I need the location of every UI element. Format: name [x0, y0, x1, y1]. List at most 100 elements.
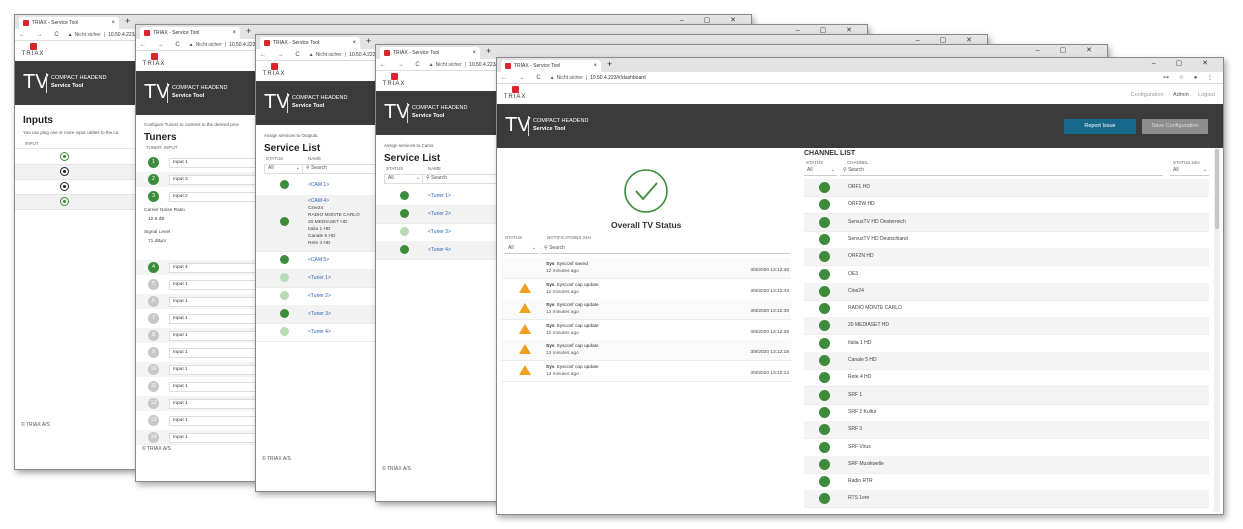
service-name-link[interactable]: <Tuner 4>	[308, 329, 331, 335]
nav-buttons[interactable]: ← → C	[380, 62, 425, 68]
triax-logo-icon[interactable]: TRIAX	[142, 53, 166, 67]
status-filter-select[interactable]: All ⌄	[384, 174, 423, 184]
browser-tab[interactable]: TRIAX - Service Tool ×	[140, 27, 240, 39]
url-text[interactable]: 10.50.4.223/#/dashboard	[590, 75, 646, 81]
service-name-link[interactable]: <Tuner 3>	[308, 311, 331, 317]
new-tab-button[interactable]: +	[246, 26, 251, 36]
browser-tab[interactable]: TRIAX - Service Tool ×	[19, 17, 119, 29]
channel-row[interactable]: Cine24	[804, 282, 1209, 301]
status-24h-filter-select[interactable]: All ⌄	[1170, 167, 1209, 176]
nav-buttons[interactable]: ← → C	[501, 75, 546, 81]
tab-close-icon[interactable]: ×	[232, 30, 236, 36]
input-row[interactable]	[15, 180, 140, 195]
triax-logo-icon[interactable]: TRIAX	[262, 63, 286, 77]
channel-row[interactable]: ORF2W HD	[804, 196, 1209, 215]
channel-row[interactable]: Radio RTR	[804, 473, 1209, 492]
notification-row[interactable]: Sys Sysconf cap update 12 minutes ago 3/8/2…	[501, 320, 791, 341]
browser-tab[interactable]: TRIAX - Service Tool ×	[380, 47, 480, 59]
notification-row[interactable]: Sys Sysconf cap update 13 minutes ago 3/8/2…	[501, 340, 791, 361]
service-name-link[interactable]: <Tuner 2>	[308, 293, 331, 299]
channel-row[interactable]: SRF Musikwelle	[804, 455, 1209, 474]
notification-source: Sys	[546, 323, 555, 329]
triax-logo-icon[interactable]: TRIAX	[503, 86, 527, 100]
footer-copyright: © TRIAX A/S	[21, 422, 50, 428]
service-name-link[interactable]: <Tuner 1>	[428, 193, 451, 199]
channel-row[interactable]: SRF 1	[804, 386, 1209, 405]
nav-buttons[interactable]: ← → C	[140, 42, 185, 48]
save-configuration-button[interactable]: Save Configuration	[1142, 119, 1208, 134]
search-input[interactable]: ⚲ Search	[840, 167, 1163, 176]
tuner-table-header: TUNER INPUT	[146, 145, 178, 150]
report-issue-button[interactable]: Report Issue	[1064, 119, 1136, 134]
status-dot-icon	[819, 233, 830, 245]
nav-buttons[interactable]: ← → C	[19, 32, 64, 38]
status-filter-select[interactable]: All ⌄	[264, 164, 303, 174]
service-name-link[interactable]: <CAM 1>	[308, 182, 329, 188]
tab-close-icon[interactable]: ×	[593, 63, 597, 69]
service-name-link[interactable]: <CAM 4>	[308, 198, 329, 204]
scrollbar[interactable]	[1214, 148, 1220, 512]
search-input[interactable]: ⚲ Search	[422, 174, 497, 184]
notification-row[interactable]: Sys Sysconf cap update 12 minutes ago 3/8/2…	[501, 299, 791, 320]
channel-row[interactable]: RTS 1ere	[804, 490, 1209, 509]
browser-window-dashboard[interactable]: TRIAX - Service Tool × + – ▢ ✕ ← → C ▲ N…	[496, 57, 1224, 515]
tab-close-icon[interactable]: ×	[352, 40, 356, 46]
notification-row[interactable]: Sys Sysconf cap update 12 minutes ago 3/8/2…	[501, 279, 791, 300]
service-name-link[interactable]: <Tuner 4>	[428, 247, 451, 253]
service-name-link[interactable]: <CAM 5>	[308, 257, 329, 263]
radio-selected-icon[interactable]	[60, 197, 69, 206]
tab-close-icon[interactable]: ×	[111, 20, 115, 26]
channel-row[interactable]: ORF1 HD	[804, 179, 1209, 197]
nav-admin-link[interactable]: Admin	[1173, 92, 1189, 98]
new-tab-button[interactable]: +	[607, 59, 612, 69]
window-controls[interactable]: – ▢ ✕	[1036, 46, 1101, 54]
channel-row[interactable]: Rete 4 HD	[804, 369, 1209, 388]
browser-toolbar-icons[interactable]: ⊶ ☆ ● ⋮	[1163, 74, 1217, 81]
service-name-link[interactable]: <Tuner 1>	[308, 275, 331, 281]
radio-selected-icon[interactable]	[60, 182, 69, 191]
notification-row[interactable]: Sys Sysconf cap update 13 minutes ago 3/8/2…	[501, 361, 791, 382]
channel-row[interactable]: OE3	[804, 266, 1209, 284]
channel-row[interactable]: ORF2N HD	[804, 248, 1209, 267]
channel-row[interactable]: SRF 3	[804, 421, 1209, 440]
brand-bar: TRIAX Configuration Admin Logout	[497, 84, 1223, 104]
window-controls[interactable]: – ▢ ✕	[1152, 59, 1217, 67]
triax-logo-icon[interactable]: TRIAX	[21, 43, 45, 57]
channel-row[interactable]: RADIO MONTE CARLO	[804, 300, 1209, 319]
menu-icon[interactable]: ⋮	[1207, 75, 1217, 81]
channel-row[interactable]: SRF Virus	[804, 439, 1209, 457]
nav-configuration-link[interactable]: Configuration	[1131, 92, 1164, 98]
new-tab-button[interactable]: +	[366, 36, 371, 46]
radio-selected-icon[interactable]	[60, 152, 69, 161]
notification-row[interactable]: Sys Sysconf saved 12 minutes ago 3/8/2020 1…	[501, 258, 791, 279]
radio-selected-icon[interactable]	[60, 167, 69, 176]
input-row[interactable]	[15, 195, 140, 210]
status-filter-select[interactable]: All ⌄	[804, 167, 837, 176]
tab-close-icon[interactable]: ×	[472, 50, 476, 56]
input-row[interactable]	[15, 165, 140, 180]
status-filter-select[interactable]: All ⌄	[505, 245, 538, 254]
channel-row[interactable]: ServusTV HD Deutschland	[804, 231, 1209, 249]
channel-row[interactable]: Italia 1 HD	[804, 335, 1209, 353]
channel-row[interactable]: 20 MEDIASET HD	[804, 317, 1209, 336]
nav-logout-link[interactable]: Logout	[1198, 92, 1215, 98]
window-controls[interactable]: – ▢ ✕	[796, 26, 861, 34]
browser-tab[interactable]: TRIAX - Service Tool ×	[260, 37, 360, 49]
nav-buttons[interactable]: ← → C	[260, 52, 305, 58]
triax-logo-icon[interactable]: TRIAX	[382, 73, 406, 87]
browser-tab[interactable]: TRIAX - Service Tool ×	[501, 60, 601, 72]
window-controls[interactable]: – ▢ ✕	[680, 16, 745, 24]
search-input[interactable]: ⚲ Search	[541, 245, 790, 254]
window-controls[interactable]: – ▢ ✕	[916, 36, 981, 44]
input-row[interactable]	[15, 150, 140, 165]
channel-row[interactable]: ServusTV HD Oesterreich	[804, 213, 1209, 232]
tab-title: TRIAX - Service Tool	[514, 63, 561, 69]
service-name-link[interactable]: <Tuner 3>	[428, 229, 451, 235]
service-name-link[interactable]: <Tuner 2>	[428, 211, 451, 217]
new-tab-button[interactable]: +	[486, 46, 491, 56]
new-tab-button[interactable]: +	[125, 16, 130, 26]
channel-row[interactable]: SRF 2 Kultur	[804, 404, 1209, 422]
channel-row[interactable]: Canale 5 HD	[804, 352, 1209, 370]
address-bar[interactable]: ← → C ▲ Nicht sicher | 10.50.4.223/#/das…	[497, 72, 1223, 84]
tuner-detail-signal-label: Signal Level	[144, 230, 171, 235]
